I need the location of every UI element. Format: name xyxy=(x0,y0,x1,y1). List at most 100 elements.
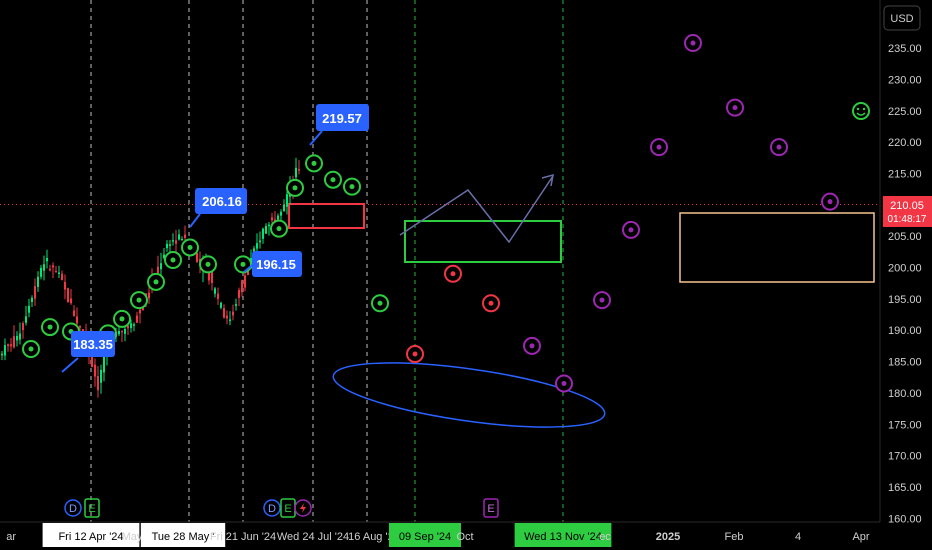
price-chart[interactable]: 183.35 206.16 196.15 219.57 D E D E E 16… xyxy=(0,0,932,550)
candle-body xyxy=(13,336,15,348)
candle-body xyxy=(298,169,300,171)
y-tick-label: 225.00 xyxy=(888,106,922,118)
candle-body xyxy=(34,286,36,299)
signal-dot xyxy=(330,177,336,183)
currency-label: USD xyxy=(890,13,913,25)
candle-body xyxy=(7,344,9,347)
y-tick-label: 160.00 xyxy=(888,513,922,525)
callout-219-57-label: 219.57 xyxy=(322,111,362,126)
candle-body xyxy=(148,292,150,299)
svg-text:D: D xyxy=(69,503,77,515)
x-tick-label: ar xyxy=(6,531,16,543)
candle-body xyxy=(244,275,246,288)
candle-body xyxy=(100,369,102,383)
candle-body xyxy=(40,267,42,277)
candle-body xyxy=(19,333,21,340)
y-tick-label: 220.00 xyxy=(888,137,922,149)
signal-dot xyxy=(187,244,193,250)
candle-body xyxy=(61,273,63,281)
x-tick-label: Fri 21 Jun '24 xyxy=(210,531,276,543)
candle-body xyxy=(238,289,240,298)
signal-dot xyxy=(488,300,494,306)
candle-body xyxy=(121,330,123,333)
candle-body xyxy=(73,310,75,316)
candle-body xyxy=(76,316,78,324)
signal-dot xyxy=(153,279,159,285)
candle-body xyxy=(37,276,39,287)
candle-body xyxy=(256,243,258,249)
signal-dot xyxy=(412,351,418,357)
signal-dot xyxy=(136,297,142,303)
signal-dot xyxy=(599,297,605,303)
svg-text:E: E xyxy=(284,503,291,515)
signal-dot xyxy=(377,300,383,306)
candle-body xyxy=(10,344,12,347)
candle-body xyxy=(214,288,216,294)
candle-body xyxy=(229,319,231,321)
y-tick-label: 235.00 xyxy=(888,43,922,55)
signal-dot xyxy=(28,346,34,352)
candle-body xyxy=(64,281,66,290)
signal-dot xyxy=(732,105,738,111)
signal-dot xyxy=(311,160,317,166)
candle-body xyxy=(175,240,177,244)
candle-body xyxy=(103,356,105,373)
signal-dot xyxy=(276,226,282,232)
svg-text:D: D xyxy=(268,503,276,515)
candle-body xyxy=(223,307,225,318)
candle-body xyxy=(178,234,180,240)
signal-dot xyxy=(47,324,53,330)
x-tick-label: May xyxy=(122,531,143,543)
signal-dot xyxy=(240,261,246,267)
chart-background xyxy=(0,0,932,550)
price-axis[interactable]: 160.00 165.00 170.00 175.00 180.00 185.00 190.… xyxy=(879,0,932,525)
candle-body xyxy=(169,244,171,246)
callout-196-15[interactable]: 196.15 xyxy=(243,251,302,277)
candle-body xyxy=(268,224,270,227)
candle-body xyxy=(67,288,69,302)
candle-body xyxy=(31,297,33,302)
signal-dot xyxy=(690,40,696,46)
candle-body xyxy=(136,315,138,323)
candle-body xyxy=(172,240,174,242)
y-tick-label: 170.00 xyxy=(888,451,922,463)
signal-dot xyxy=(170,257,176,263)
candle-body xyxy=(295,167,297,178)
candle-body xyxy=(55,270,57,273)
candle-body xyxy=(211,272,213,283)
candle-body xyxy=(259,240,261,243)
callout-183-35-label: 183.35 xyxy=(73,337,113,352)
y-tick-label: 205.00 xyxy=(888,231,922,243)
candle-body xyxy=(16,335,18,341)
candle-body xyxy=(43,264,45,271)
last-price-value: 210.05 xyxy=(890,200,924,212)
candle-body xyxy=(139,309,141,314)
candle-body xyxy=(196,253,198,262)
x-tick-label: 09 Sep '24 xyxy=(399,531,451,543)
candle-body xyxy=(118,330,120,335)
candle-body xyxy=(97,376,99,391)
candle-body xyxy=(70,298,72,304)
candle-body xyxy=(277,215,279,220)
y-tick-label: 190.00 xyxy=(888,325,922,337)
candle-body xyxy=(52,265,54,268)
candle-body xyxy=(286,194,288,207)
y-tick-label: 180.00 xyxy=(888,388,922,400)
last-price-tag: 210.05 01:48:17 xyxy=(883,196,932,227)
y-tick-label: 200.00 xyxy=(888,263,922,275)
y-tick-label: 175.00 xyxy=(888,419,922,431)
candle-body xyxy=(265,225,267,234)
y-tick-label: 185.00 xyxy=(888,357,922,369)
candle-body xyxy=(271,217,273,221)
y-tick-label: 230.00 xyxy=(888,74,922,86)
candle-body xyxy=(232,311,234,316)
x-tick-label: Fri 12 Apr '24 xyxy=(58,531,123,543)
candle-body xyxy=(133,324,135,326)
signal-dot xyxy=(349,184,355,190)
x-tick-label: Wed 24 Jul '24 xyxy=(277,531,349,543)
x-tick-label: 2025 xyxy=(656,531,680,543)
candle-body xyxy=(184,234,186,239)
y-tick-label: 165.00 xyxy=(888,482,922,494)
candle-body xyxy=(262,228,264,239)
x-tick-label: Wed 13 Nov '24 xyxy=(524,531,602,543)
